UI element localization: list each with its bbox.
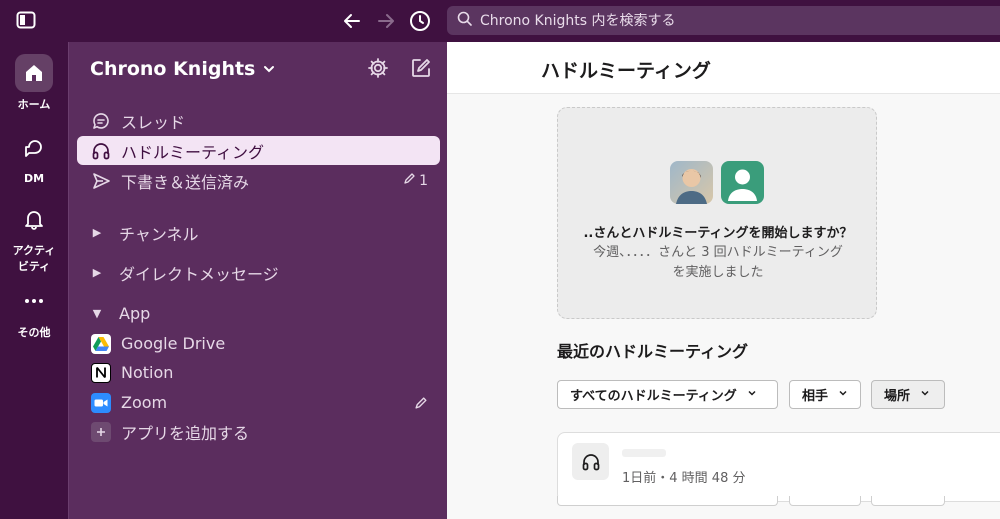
rail-label-activity-1: アクティ [12,244,56,257]
start-huddle-question: ..さんとハドルミーティングを開始しますか？ [583,226,853,241]
channel-sidebar: Chrono Knights スレッド ハドルミーティング 下書き＆送信済み 1 [68,42,447,519]
recent-huddle-item[interactable]: 1日前・4 時間 48 分 [557,432,1000,502]
huddle-time-meta: 1日前・4 時間 48 分 [622,471,746,486]
chevron-down-icon [838,387,848,402]
draft-count: 1 [403,172,428,189]
history-clock-icon[interactable] [408,9,432,33]
next-row-peek [871,496,945,506]
section-direct-messages[interactable]: ▶ ダイレクトメッセージ [77,258,440,287]
chevron-down-icon [263,58,275,80]
rail-item-activity[interactable]: アクティ ビティ [0,200,68,274]
sidebar-item-zoom[interactable]: Zoom [77,388,440,417]
sidebar-item-threads[interactable]: スレッド [77,106,440,135]
zoom-icon [91,392,111,413]
huddle-summary-line2: を実施しました [672,265,764,280]
sidebar-item-label: 下書き＆送信済み [121,172,250,192]
caret-right-icon: ▶ [92,226,102,239]
rail-label-activity-2: ビティ [17,260,51,273]
headphones-icon [572,443,609,480]
home-icon [15,54,53,92]
start-huddle-card[interactable]: ..さんとハドルミーティングを開始しますか？ 今週、．．．．さんと 3 回ハドル… [557,107,877,319]
participant-name-redacted [622,449,666,457]
sidebar-item-label: スレッド [121,112,186,132]
caret-right-icon: ▶ [92,266,102,279]
huddle-summary-line1: 今週、．．．．さんと 3 回ハドルミーティング [593,245,843,260]
back-arrow-icon[interactable] [340,9,364,33]
dm-icon [15,130,53,168]
pencil-icon [403,172,416,189]
rail-item-dm[interactable]: DM [0,130,68,185]
sidebar-item-drafts[interactable]: 下書き＆送信済み 1 [77,166,440,195]
gear-icon[interactable] [367,57,389,79]
rail-label-more: その他 [17,326,51,339]
search-input[interactable] [480,12,980,29]
avatar-group [670,161,764,204]
bell-icon [15,200,53,238]
section-app[interactable]: ▼ App [77,299,440,328]
plus-icon [91,421,111,442]
filter-location[interactable]: 場所 [871,380,945,409]
filter-label: すべてのハドルミーティング [570,389,737,404]
huddle-summary: 今週、．．．．さんと 3 回ハドルミーティング を実施しました [558,243,878,283]
main-pane: ハドルミーティング ..さんとハドルミーティングを開始しますか？ 今週、．．．．… [447,42,1000,519]
caret-down-icon: ▼ [92,307,102,320]
app-label: Notion [121,363,174,382]
google-drive-icon [91,333,111,354]
recent-huddles-heading: 最近のハドルミーティング [557,342,749,361]
search-bar[interactable] [447,6,1000,35]
avatar-placeholder [721,161,764,204]
filter-participant[interactable]: 相手 [789,380,861,409]
workspace-name: Chrono Knights [90,58,256,80]
filter-label: 場所 [884,389,911,404]
compose-icon[interactable] [410,57,432,79]
workspace-rail: ホーム DM アクティ ビティ その他 [0,42,68,519]
rail-item-more[interactable]: その他 [0,282,68,340]
rail-label-dm: DM [23,172,45,185]
headphones-icon [91,141,111,161]
add-app-button[interactable]: アプリを追加する [77,417,440,446]
section-label: チャンネル [119,224,199,244]
sidebar-item-google-drive[interactable]: Google Drive [77,329,440,358]
top-bar [0,0,1000,42]
add-app-label: アプリを追加する [121,423,250,443]
rail-item-home[interactable]: ホーム [0,54,68,112]
filter-all-huddles[interactable]: すべてのハドルミーティング [557,380,778,409]
more-icon [15,282,53,320]
app-label: Zoom [121,393,168,412]
rail-label-home: ホーム [17,98,51,111]
next-row-peek [557,496,778,506]
forward-arrow-icon[interactable] [374,9,398,33]
page-title: ハドルミーティング [541,60,711,82]
section-label: ダイレクトメッセージ [119,264,279,284]
chevron-down-icon [920,387,930,402]
chevron-down-icon [747,387,757,402]
main-header: ハドルミーティング [447,42,1000,94]
search-icon [457,11,472,30]
draft-count-value: 1 [419,172,428,189]
send-icon [91,171,111,191]
threads-icon [91,111,111,131]
sidebar-item-label: ハドルミーティング [121,142,265,162]
filter-label: 相手 [802,389,829,404]
avatar [670,161,713,204]
edit-zoom-icon[interactable] [414,396,428,410]
next-row-peek [789,496,861,506]
workspace-switcher[interactable]: Chrono Knights [90,58,275,80]
app-label: Google Drive [121,334,226,353]
section-label: App [119,304,151,323]
notion-icon [91,362,111,383]
sidebar-item-notion[interactable]: Notion [77,358,440,387]
sidebar-item-huddles[interactable]: ハドルミーティング [77,136,440,165]
section-channels[interactable]: ▶ チャンネル [77,218,440,247]
sidebar-toggle-icon[interactable] [16,11,36,29]
